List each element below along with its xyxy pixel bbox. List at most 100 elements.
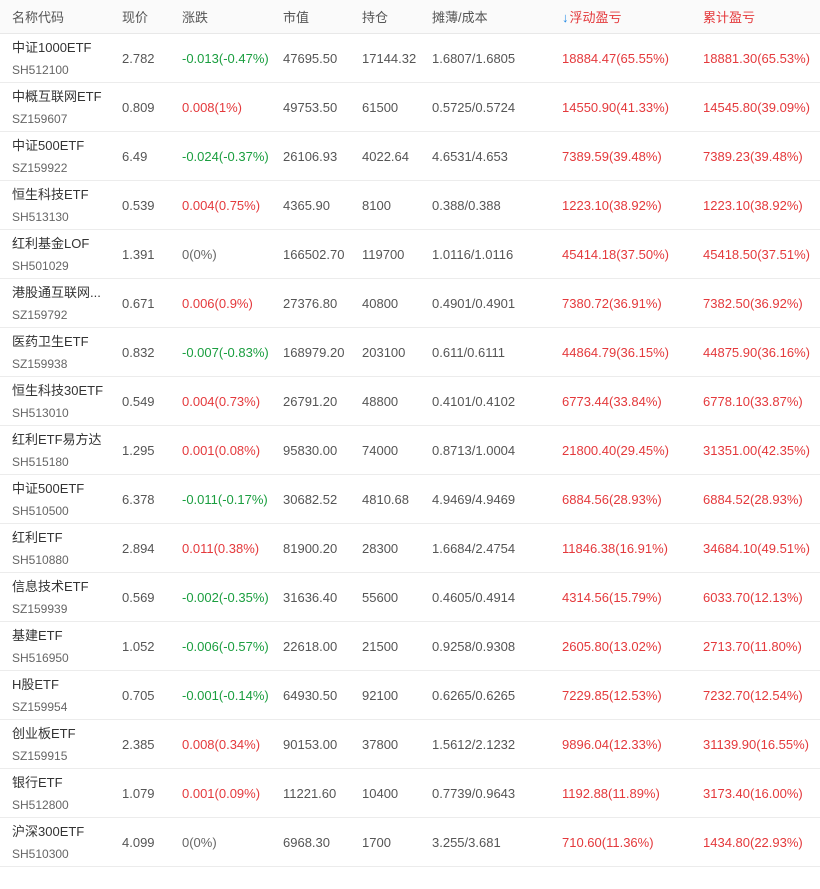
price-cell: 6.49	[122, 148, 148, 164]
header-market-value[interactable]: 市值	[271, 0, 350, 34]
market-value-cell: 27376.80	[283, 295, 338, 311]
cost-cell: 0.9258/0.9308	[432, 638, 516, 654]
fund-code: SZ159922	[12, 160, 68, 175]
total-pnl-cell: 31139.90(16.55%)	[703, 736, 810, 752]
price-cell: 2.782	[122, 50, 155, 66]
fund-name[interactable]: 恒生科技ETF	[12, 187, 110, 203]
table-row[interactable]: 中证1000ETF SH512100 2.782 -0.013(-0.47%) 4769…	[0, 34, 820, 83]
fund-code: SH516950	[12, 650, 69, 665]
change-cell: 0.011(0.38%)	[182, 540, 260, 556]
change-cell: 0.001(0.08%)	[182, 442, 261, 458]
cost-cell: 0.388/0.388	[432, 197, 501, 213]
fund-name[interactable]: 中概互联网ETF	[12, 89, 110, 105]
fund-name[interactable]: 中证500ETF	[12, 481, 110, 497]
change-cell: -0.001(-0.14%)	[182, 687, 269, 703]
fund-cell: 银行ETF SH512800	[0, 769, 110, 818]
table-row[interactable]: 医药卫生ETF SZ159938 0.832 -0.007(-0.83%) 168979…	[0, 328, 820, 377]
float-pnl-cell: 6884.56(28.93%)	[562, 491, 662, 507]
float-pnl-cell: 45414.18(37.50%)	[562, 246, 669, 262]
header-row: 名称代码 现价 涨跌 市值 持仓 摊薄/成本 ↓浮动盈亏 累计盈亏	[0, 0, 820, 34]
header-price[interactable]: 现价	[110, 0, 170, 34]
fund-cell: 中证500ETF SH510500	[0, 475, 110, 524]
header-cost[interactable]: 摊薄/成本	[420, 0, 550, 34]
fund-cell: 恒生科技ETF SH513130	[0, 181, 110, 230]
price-cell: 2.894	[122, 540, 155, 556]
fund-code: SH512800	[12, 797, 69, 812]
float-pnl-cell: 7389.59(39.48%)	[562, 148, 662, 164]
table-row[interactable]: 基建ETF SH516950 1.052 -0.006(-0.57%) 22618.00…	[0, 622, 820, 671]
fund-code: SZ159607	[12, 111, 68, 126]
fund-name[interactable]: 沪深300ETF	[12, 824, 110, 840]
fund-name[interactable]: 信息技术ETF	[12, 579, 110, 595]
fund-cell: 中概互联网ETF SZ159607	[0, 83, 110, 132]
market-value-cell: 30682.52	[283, 491, 338, 507]
market-value-cell: 31636.40	[283, 589, 338, 605]
price-cell: 0.809	[122, 99, 155, 115]
fund-name[interactable]: H股ETF	[12, 677, 110, 693]
fund-name[interactable]: 银行ETF	[12, 775, 110, 791]
total-pnl-cell: 3173.40(16.00%)	[703, 785, 803, 801]
position-cell: 4022.64	[362, 148, 409, 164]
price-cell: 1.052	[122, 638, 155, 654]
header-name-code[interactable]: 名称代码	[0, 0, 110, 34]
cost-cell: 1.6807/1.6805	[432, 50, 516, 66]
float-pnl-cell: 21800.40(29.45%)	[562, 442, 669, 458]
float-pnl-cell: 18884.47(65.55%)	[562, 50, 669, 66]
fund-code: SH510500	[12, 503, 69, 518]
fund-code: SH513130	[12, 209, 69, 224]
fund-name[interactable]: 红利ETF易方达	[12, 432, 110, 448]
fund-name[interactable]: 创业板ETF	[12, 726, 110, 742]
table-row[interactable]: 红利ETF易方达 SH515180 1.295 0.001(0.08%) 95830.0…	[0, 426, 820, 475]
fund-code: SZ159915	[12, 748, 68, 763]
fund-cell: 港股通互联网... SZ159792	[0, 279, 110, 328]
market-value-cell: 26106.93	[283, 148, 338, 164]
table-row[interactable]: 红利基金LOF SH501029 1.391 0(0%) 166502.70 119700…	[0, 230, 820, 279]
table-row[interactable]: 银行ETF SH512800 1.079 0.001(0.09%) 11221.60 10…	[0, 769, 820, 818]
header-float-pnl[interactable]: ↓浮动盈亏	[550, 0, 691, 34]
header-change[interactable]: 涨跌	[170, 0, 271, 34]
table-row[interactable]: 创业板ETF SZ159915 2.385 0.008(0.34%) 90153.00 3…	[0, 720, 820, 769]
fund-name[interactable]: 红利ETF	[12, 530, 110, 546]
table-row[interactable]: 沪深300ETF SH510300 4.099 0(0%) 6968.30 1700 3.2…	[0, 818, 820, 867]
table-row[interactable]: 港股通互联网... SZ159792 0.671 0.006(0.9%) 27376.8…	[0, 279, 820, 328]
table-row[interactable]: 恒生科技30ETF SH513010 0.549 0.004(0.73%) 26791.…	[0, 377, 820, 426]
table-row[interactable]: 中证500ETF SH510500 6.378 -0.011(-0.17%) 30682…	[0, 475, 820, 524]
market-value-cell: 22618.00	[283, 638, 338, 654]
price-cell: 0.671	[122, 295, 155, 311]
market-value-cell: 26791.20	[283, 393, 338, 409]
total-pnl-cell: 6778.10(33.87%)	[703, 393, 803, 409]
fund-name[interactable]: 中证500ETF	[12, 138, 110, 154]
cost-cell: 0.4101/0.4102	[432, 393, 516, 409]
fund-name[interactable]: 基建ETF	[12, 628, 110, 644]
fund-name[interactable]: 恒生科技30ETF	[12, 383, 110, 399]
fund-cell: 医药卫生ETF SZ159938	[0, 328, 110, 377]
fund-cell: 红利ETF易方达 SH515180	[0, 426, 110, 475]
fund-name[interactable]: 港股通互联网...	[12, 285, 110, 301]
price-cell: 1.079	[122, 785, 155, 801]
fund-code: SH512100	[12, 62, 69, 77]
header-position[interactable]: 持仓	[350, 0, 420, 34]
position-cell: 21500	[362, 638, 399, 654]
market-value-cell: 4365.90	[283, 197, 330, 213]
total-pnl-cell: 7389.23(39.48%)	[703, 148, 803, 164]
position-cell: 28300	[362, 540, 399, 556]
market-value-cell: 95830.00	[283, 442, 338, 458]
price-cell: 0.569	[122, 589, 155, 605]
total-pnl-cell: 31351.00(42.35%)	[703, 442, 810, 458]
fund-code: SH501029	[12, 258, 69, 273]
fund-cell: 信息技术ETF SZ159939	[0, 573, 110, 622]
fund-name[interactable]: 中证1000ETF	[12, 40, 110, 56]
fund-cell: 中证500ETF SZ159922	[0, 132, 110, 181]
table-row[interactable]: 恒生科技ETF SH513130 0.539 0.004(0.75%) 4365.90 8…	[0, 181, 820, 230]
table-header: 名称代码 现价 涨跌 市值 持仓 摊薄/成本 ↓浮动盈亏 累计盈亏	[0, 0, 820, 34]
price-cell: 4.099	[122, 834, 155, 850]
fund-name[interactable]: 红利基金LOF	[12, 236, 110, 252]
header-total-pnl[interactable]: 累计盈亏	[691, 0, 820, 34]
table-row[interactable]: H股ETF SZ159954 0.705 -0.001(-0.14%) 64930.50…	[0, 671, 820, 720]
table-row[interactable]: 红利ETF SH510880 2.894 0.011(0.38%) 81900.20 28…	[0, 524, 820, 573]
float-pnl-cell: 14550.90(41.33%)	[562, 99, 669, 115]
table-row[interactable]: 中概互联网ETF SZ159607 0.809 0.008(1%) 49753.50 61…	[0, 83, 820, 132]
fund-name[interactable]: 医药卫生ETF	[12, 334, 110, 350]
table-row[interactable]: 信息技术ETF SZ159939 0.569 -0.002(-0.35%) 31636.…	[0, 573, 820, 622]
table-row[interactable]: 中证500ETF SZ159922 6.49 -0.024(-0.37%) 26106.…	[0, 132, 820, 181]
